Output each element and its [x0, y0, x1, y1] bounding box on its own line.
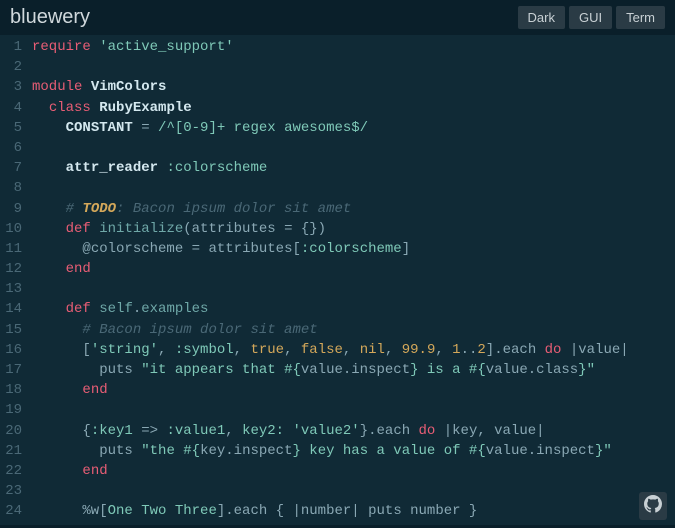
- code-line: 18 end: [0, 380, 675, 400]
- code-content: # Bacon ipsum dolor sit amet: [32, 320, 318, 340]
- line-number: 15: [0, 320, 32, 340]
- code-line: 24 %w[One Two Three].each { |number| put…: [0, 501, 675, 521]
- code-line: 20 {:key1 => :value1, key2: 'value2'}.ea…: [0, 421, 675, 441]
- code-content: @colorscheme = attributes[:colorscheme]: [32, 239, 410, 259]
- code-content: attr_reader :colorscheme: [32, 158, 267, 178]
- line-number: 23: [0, 481, 32, 501]
- line-number: 8: [0, 178, 32, 198]
- code-content: class RubyExample: [32, 98, 192, 118]
- line-number: 24: [0, 501, 32, 521]
- line-number: 5: [0, 118, 32, 138]
- code-line: 9 # TODO: Bacon ipsum dolor sit amet: [0, 199, 675, 219]
- code-line: 3module VimColors: [0, 77, 675, 97]
- line-number: 3: [0, 77, 32, 97]
- code-content: puts "the #{key.inspect} key has a value…: [32, 441, 612, 461]
- line-number: 1: [0, 37, 32, 57]
- line-number: 4: [0, 98, 32, 118]
- line-number: 6: [0, 138, 32, 158]
- code-line: 17 puts "it appears that #{value.inspect…: [0, 360, 675, 380]
- code-content: def initialize(attributes = {}): [32, 219, 326, 239]
- code-content: require 'active_support': [32, 37, 234, 57]
- code-line: 14 def self.examples: [0, 299, 675, 319]
- code-content: def self.examples: [32, 299, 208, 319]
- code-line: 7 attr_reader :colorscheme: [0, 158, 675, 178]
- page-title: bluewery: [10, 6, 90, 29]
- code-content: end: [32, 380, 108, 400]
- code-line: 13: [0, 279, 675, 299]
- button-group: Dark GUI Term: [518, 6, 665, 29]
- code-content: puts "it appears that #{value.inspect} i…: [32, 360, 595, 380]
- code-line: 8: [0, 178, 675, 198]
- line-number: 21: [0, 441, 32, 461]
- code-content: end: [32, 259, 91, 279]
- code-line: 4 class RubyExample: [0, 98, 675, 118]
- code-content: CONSTANT = /^[0-9]+ regex awesomes$/: [32, 118, 368, 138]
- code-line: 19: [0, 400, 675, 420]
- line-number: 13: [0, 279, 32, 299]
- line-number: 7: [0, 158, 32, 178]
- line-number: 9: [0, 199, 32, 219]
- line-number: 10: [0, 219, 32, 239]
- line-number: 17: [0, 360, 32, 380]
- code-line: 12 end: [0, 259, 675, 279]
- code-line: 10 def initialize(attributes = {}): [0, 219, 675, 239]
- code-line: 5 CONSTANT = /^[0-9]+ regex awesomes$/: [0, 118, 675, 138]
- code-content: end: [32, 461, 108, 481]
- header: bluewery Dark GUI Term: [0, 0, 675, 35]
- line-number: 2: [0, 57, 32, 77]
- github-link[interactable]: [639, 492, 667, 520]
- code-line: 22 end: [0, 461, 675, 481]
- code-line: 6: [0, 138, 675, 158]
- code-content: ['string', :symbol, true, false, nil, 99…: [32, 340, 629, 360]
- line-number: 14: [0, 299, 32, 319]
- line-number: 18: [0, 380, 32, 400]
- github-icon: [644, 495, 662, 518]
- gui-button[interactable]: GUI: [569, 6, 612, 29]
- code-line: 11 @colorscheme = attributes[:colorschem…: [0, 239, 675, 259]
- code-line: 16 ['string', :symbol, true, false, nil,…: [0, 340, 675, 360]
- code-line: 23: [0, 481, 675, 501]
- line-number: 11: [0, 239, 32, 259]
- code-line: 2: [0, 57, 675, 77]
- code-line: 21 puts "the #{key.inspect} key has a va…: [0, 441, 675, 461]
- code-line: 15 # Bacon ipsum dolor sit amet: [0, 320, 675, 340]
- dark-button[interactable]: Dark: [518, 6, 565, 29]
- code-content: {:key1 => :value1, key2: 'value2'}.each …: [32, 421, 545, 441]
- code-editor[interactable]: 1require 'active_support'23module VimCol…: [0, 35, 675, 525]
- line-number: 20: [0, 421, 32, 441]
- term-button[interactable]: Term: [616, 6, 665, 29]
- code-content: module VimColors: [32, 77, 166, 97]
- code-line: 1require 'active_support': [0, 37, 675, 57]
- code-content: # TODO: Bacon ipsum dolor sit amet: [32, 199, 351, 219]
- line-number: 22: [0, 461, 32, 481]
- line-number: 19: [0, 400, 32, 420]
- line-number: 16: [0, 340, 32, 360]
- line-number: 12: [0, 259, 32, 279]
- code-content: %w[One Two Three].each { |number| puts n…: [32, 501, 477, 521]
